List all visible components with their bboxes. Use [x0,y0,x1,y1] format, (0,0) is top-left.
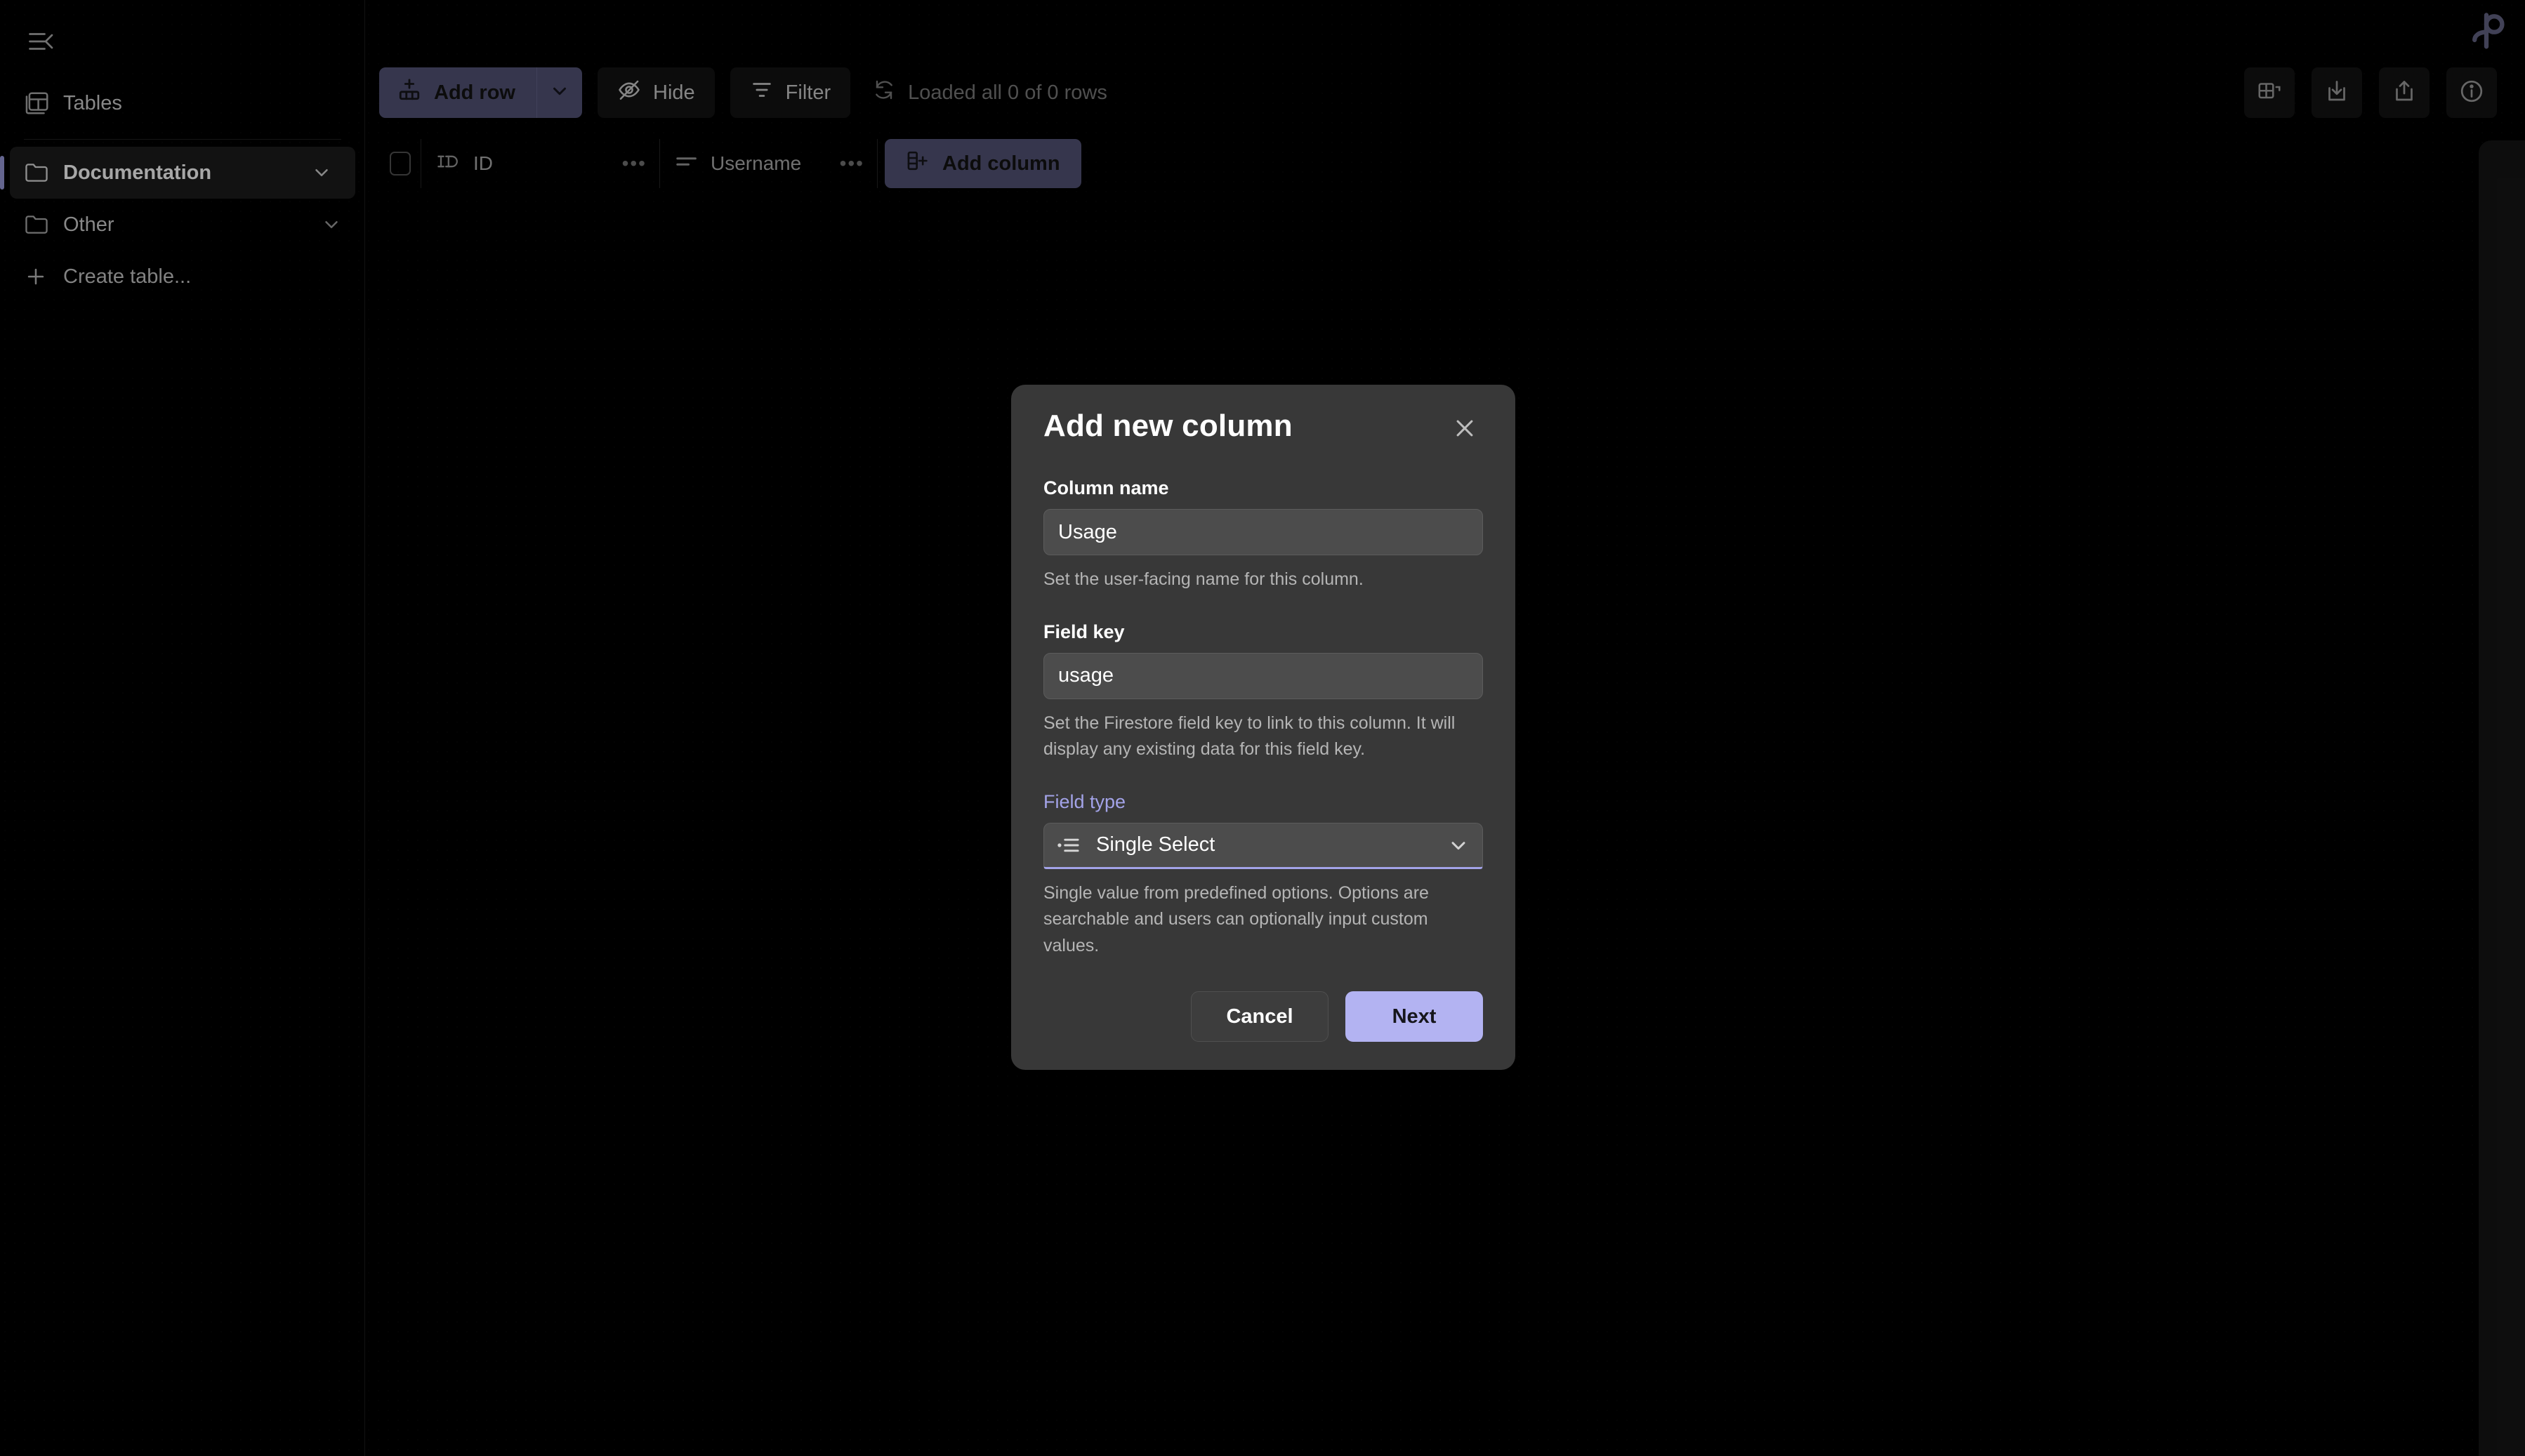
column-name-help: Set the user-facing name for this column… [1043,567,1483,593]
modal-title: Add new column [1043,409,1293,444]
cancel-button[interactable]: Cancel [1191,991,1329,1042]
add-new-column-modal: Add new column Column name Usage Set the… [1011,385,1515,1070]
field-key-label: Field key [1043,621,1483,643]
field-key-input[interactable]: usage [1043,653,1483,699]
single-select-icon [1057,835,1081,855]
field-key-group: Field key usage Set the Firestore field … [1043,621,1483,763]
modal-header: Add new column [1043,409,1483,448]
field-type-group: Field type Single Select Single value fr… [1043,791,1483,960]
chevron-down-icon [1447,834,1470,856]
column-name-input[interactable]: Usage [1043,509,1483,555]
next-button[interactable]: Next [1345,991,1483,1042]
close-icon [1453,416,1477,444]
field-type-help: Single value from predefined options. Op… [1043,880,1483,960]
modal-actions: Cancel Next [1043,991,1483,1042]
field-key-help: Set the Firestore field key to link to t… [1043,710,1483,763]
column-name-label: Column name [1043,477,1483,499]
field-type-value: Single Select [1096,833,1432,856]
field-type-label: Field type [1043,791,1483,813]
field-type-select[interactable]: Single Select [1043,823,1483,869]
column-name-group: Column name Usage Set the user-facing na… [1043,477,1483,593]
modal-close-button[interactable] [1446,411,1483,448]
